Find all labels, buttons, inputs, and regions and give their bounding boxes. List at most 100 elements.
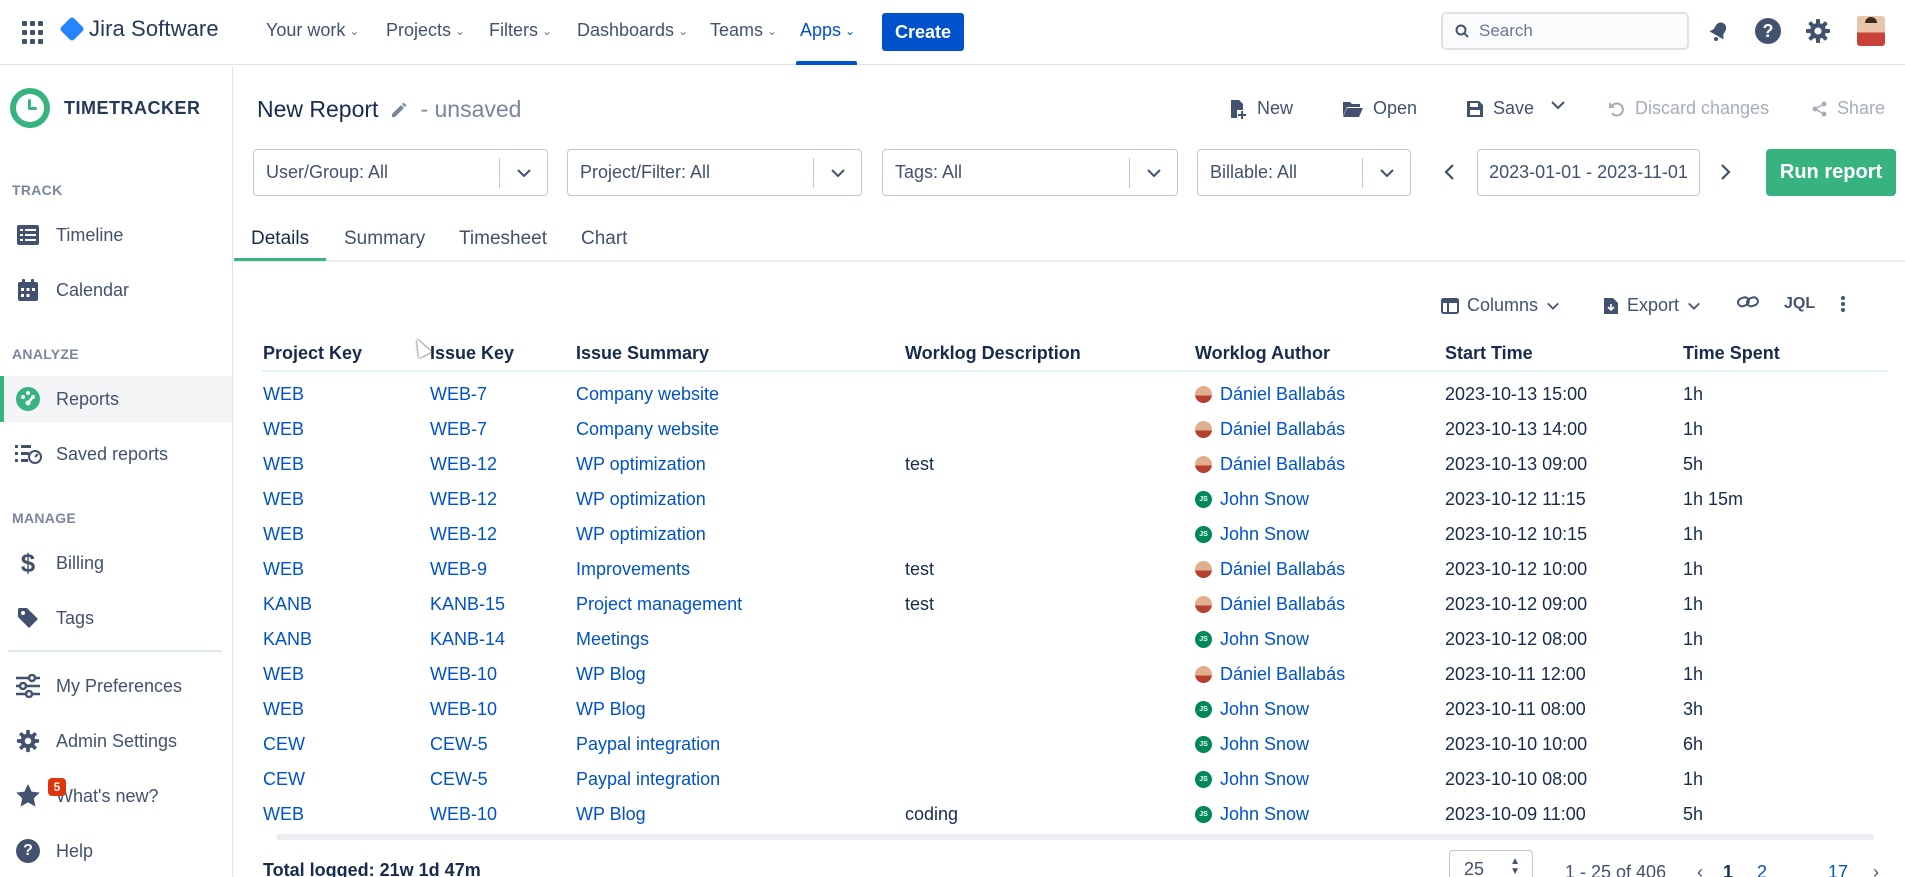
cell-issue-summary[interactable]: WP Blog	[576, 664, 646, 685]
cell-issue-summary[interactable]: WP optimization	[576, 489, 706, 510]
copy-link-icon[interactable]	[1737, 295, 1759, 309]
cell-project-key[interactable]: WEB	[263, 384, 304, 405]
author-name[interactable]: Dániel Ballabás	[1220, 559, 1345, 580]
cell-issue-key[interactable]: KANB-14	[430, 629, 505, 650]
tab-chart[interactable]: Chart	[581, 228, 627, 250]
page-link[interactable]: 2	[1757, 862, 1767, 877]
cell-issue-summary[interactable]: Meetings	[576, 629, 649, 650]
sidebar-item-admin-settings[interactable]: Admin Settings	[0, 718, 232, 764]
cell-issue-summary[interactable]: WP Blog	[576, 804, 646, 825]
save-report-button[interactable]: Save	[1466, 98, 1534, 119]
timetracker-logo[interactable]: TIMETRACKER	[10, 88, 201, 128]
cell-issue-key[interactable]: WEB-12	[430, 489, 497, 510]
cell-project-key[interactable]: CEW	[263, 734, 305, 755]
sidebar-item-reports[interactable]: Reports	[0, 376, 232, 422]
cell-issue-summary[interactable]: WP optimization	[576, 524, 706, 545]
date-range-input[interactable]: 2023-01-01 - 2023-11-01	[1477, 149, 1700, 196]
author-name[interactable]: John Snow	[1220, 804, 1309, 825]
cell-issue-summary[interactable]: Company website	[576, 419, 719, 440]
cell-worklog-author[interactable]: JS John Snow	[1195, 804, 1309, 825]
cell-worklog-author[interactable]: JS John Snow	[1195, 524, 1309, 545]
notifications-icon[interactable]	[1705, 17, 1733, 45]
cell-issue-key[interactable]: WEB-10	[430, 699, 497, 720]
nav-dashboards[interactable]: Dashboards ⌄	[577, 20, 688, 41]
cell-issue-summary[interactable]: Paypal integration	[576, 769, 720, 790]
sidebar-item-tags[interactable]: Tags	[0, 595, 232, 641]
chevron-down-icon[interactable]	[1362, 157, 1410, 188]
cell-project-key[interactable]: WEB	[263, 419, 304, 440]
column-header-start-time[interactable]: Start Time	[1445, 343, 1533, 364]
user-group-filter[interactable]: User/Group: All	[253, 149, 548, 196]
search-input[interactable]: Search	[1441, 12, 1689, 50]
next-page-chevron-right-icon[interactable]: ›	[1873, 862, 1879, 877]
cell-issue-key[interactable]: CEW-5	[430, 769, 488, 790]
next-period-chevron-right-icon[interactable]	[1713, 160, 1737, 184]
tab-timesheet[interactable]: Timesheet	[459, 228, 547, 250]
cell-project-key[interactable]: WEB	[263, 559, 304, 580]
column-header-project-key[interactable]: Project Key	[263, 343, 362, 364]
create-button[interactable]: Create	[882, 13, 964, 51]
cell-issue-key[interactable]: WEB-10	[430, 664, 497, 685]
columns-button[interactable]: Columns	[1441, 295, 1560, 316]
tab-details[interactable]: Details	[251, 228, 309, 250]
cell-issue-key[interactable]: CEW-5	[430, 734, 488, 755]
cell-worklog-author[interactable]: JS John Snow	[1195, 734, 1309, 755]
author-name[interactable]: John Snow	[1220, 524, 1309, 545]
column-header-worklog-author[interactable]: Worklog Author	[1195, 343, 1330, 364]
cell-worklog-author[interactable]: JS John Snow	[1195, 489, 1309, 510]
tags-filter[interactable]: Tags: All	[882, 149, 1178, 196]
cell-worklog-author[interactable]: Dániel Ballabás	[1195, 454, 1345, 475]
open-report-button[interactable]: Open	[1342, 98, 1417, 119]
author-name[interactable]: Dániel Ballabás	[1220, 419, 1345, 440]
new-report-button[interactable]: New	[1228, 98, 1293, 119]
cell-issue-summary[interactable]: Project management	[576, 594, 742, 615]
horizontal-scrollbar[interactable]	[276, 834, 1874, 840]
project-filter[interactable]: Project/Filter: All	[567, 149, 862, 196]
help-icon[interactable]: ?	[1754, 17, 1782, 45]
author-name[interactable]: Dániel Ballabás	[1220, 664, 1345, 685]
sidebar-item-my-preferences[interactable]: My Preferences	[0, 663, 232, 709]
nav-teams[interactable]: Teams ⌄	[710, 20, 777, 41]
cell-worklog-author[interactable]: JS John Snow	[1195, 769, 1309, 790]
cell-worklog-author[interactable]: Dániel Ballabás	[1195, 419, 1345, 440]
cell-issue-key[interactable]: WEB-10	[430, 804, 497, 825]
author-name[interactable]: John Snow	[1220, 489, 1309, 510]
previous-page-chevron-left-icon[interactable]: ‹	[1697, 862, 1703, 877]
cell-worklog-author[interactable]: Dániel Ballabás	[1195, 559, 1345, 580]
export-button[interactable]: Export	[1603, 295, 1701, 316]
cell-issue-key[interactable]: WEB-12	[430, 454, 497, 475]
profile-avatar[interactable]	[1857, 16, 1885, 46]
cell-project-key[interactable]: WEB	[263, 664, 304, 685]
current-page[interactable]: 1	[1723, 862, 1733, 877]
cell-issue-summary[interactable]: Paypal integration	[576, 734, 720, 755]
cell-project-key[interactable]: KANB	[263, 594, 312, 615]
column-header-worklog-description[interactable]: Worklog Description	[905, 343, 1081, 364]
nav-your-work[interactable]: Your work ⌄	[266, 20, 359, 41]
cell-project-key[interactable]: KANB	[263, 629, 312, 650]
sidebar-item-help[interactable]: ? Help	[0, 828, 232, 874]
chevron-down-icon[interactable]	[813, 157, 861, 188]
cell-worklog-author[interactable]: Dániel Ballabás	[1195, 594, 1345, 615]
author-name[interactable]: Dániel Ballabás	[1220, 454, 1345, 475]
jql-button[interactable]: JQL	[1784, 295, 1815, 313]
column-header-issue-key[interactable]: Issue Key	[430, 343, 514, 364]
pencil-icon[interactable]	[390, 101, 408, 119]
share-button[interactable]: Share	[1812, 98, 1885, 119]
author-name[interactable]: John Snow	[1220, 769, 1309, 790]
previous-period-chevron-left-icon[interactable]	[1438, 160, 1462, 184]
billable-filter[interactable]: Billable: All	[1197, 149, 1411, 196]
author-name[interactable]: John Snow	[1220, 629, 1309, 650]
cell-issue-summary[interactable]: Company website	[576, 384, 719, 405]
cell-worklog-author[interactable]: Dániel Ballabás	[1195, 664, 1345, 685]
cell-worklog-author[interactable]: JS John Snow	[1195, 629, 1309, 650]
author-name[interactable]: Dániel Ballabás	[1220, 384, 1345, 405]
page-size-select[interactable]: 25 ▲ ▼	[1449, 850, 1533, 877]
settings-gear-icon[interactable]	[1804, 17, 1832, 45]
cell-project-key[interactable]: WEB	[263, 489, 304, 510]
cell-issue-key[interactable]: WEB-7	[430, 419, 487, 440]
chevron-down-icon[interactable]	[1129, 157, 1177, 188]
column-header-time-spent[interactable]: Time Spent	[1683, 343, 1780, 364]
jira-logo[interactable]: Jira Software	[59, 16, 219, 42]
cell-project-key[interactable]: CEW	[263, 769, 305, 790]
sidebar-item-whats-new[interactable]: 5 What's new?	[0, 773, 232, 819]
